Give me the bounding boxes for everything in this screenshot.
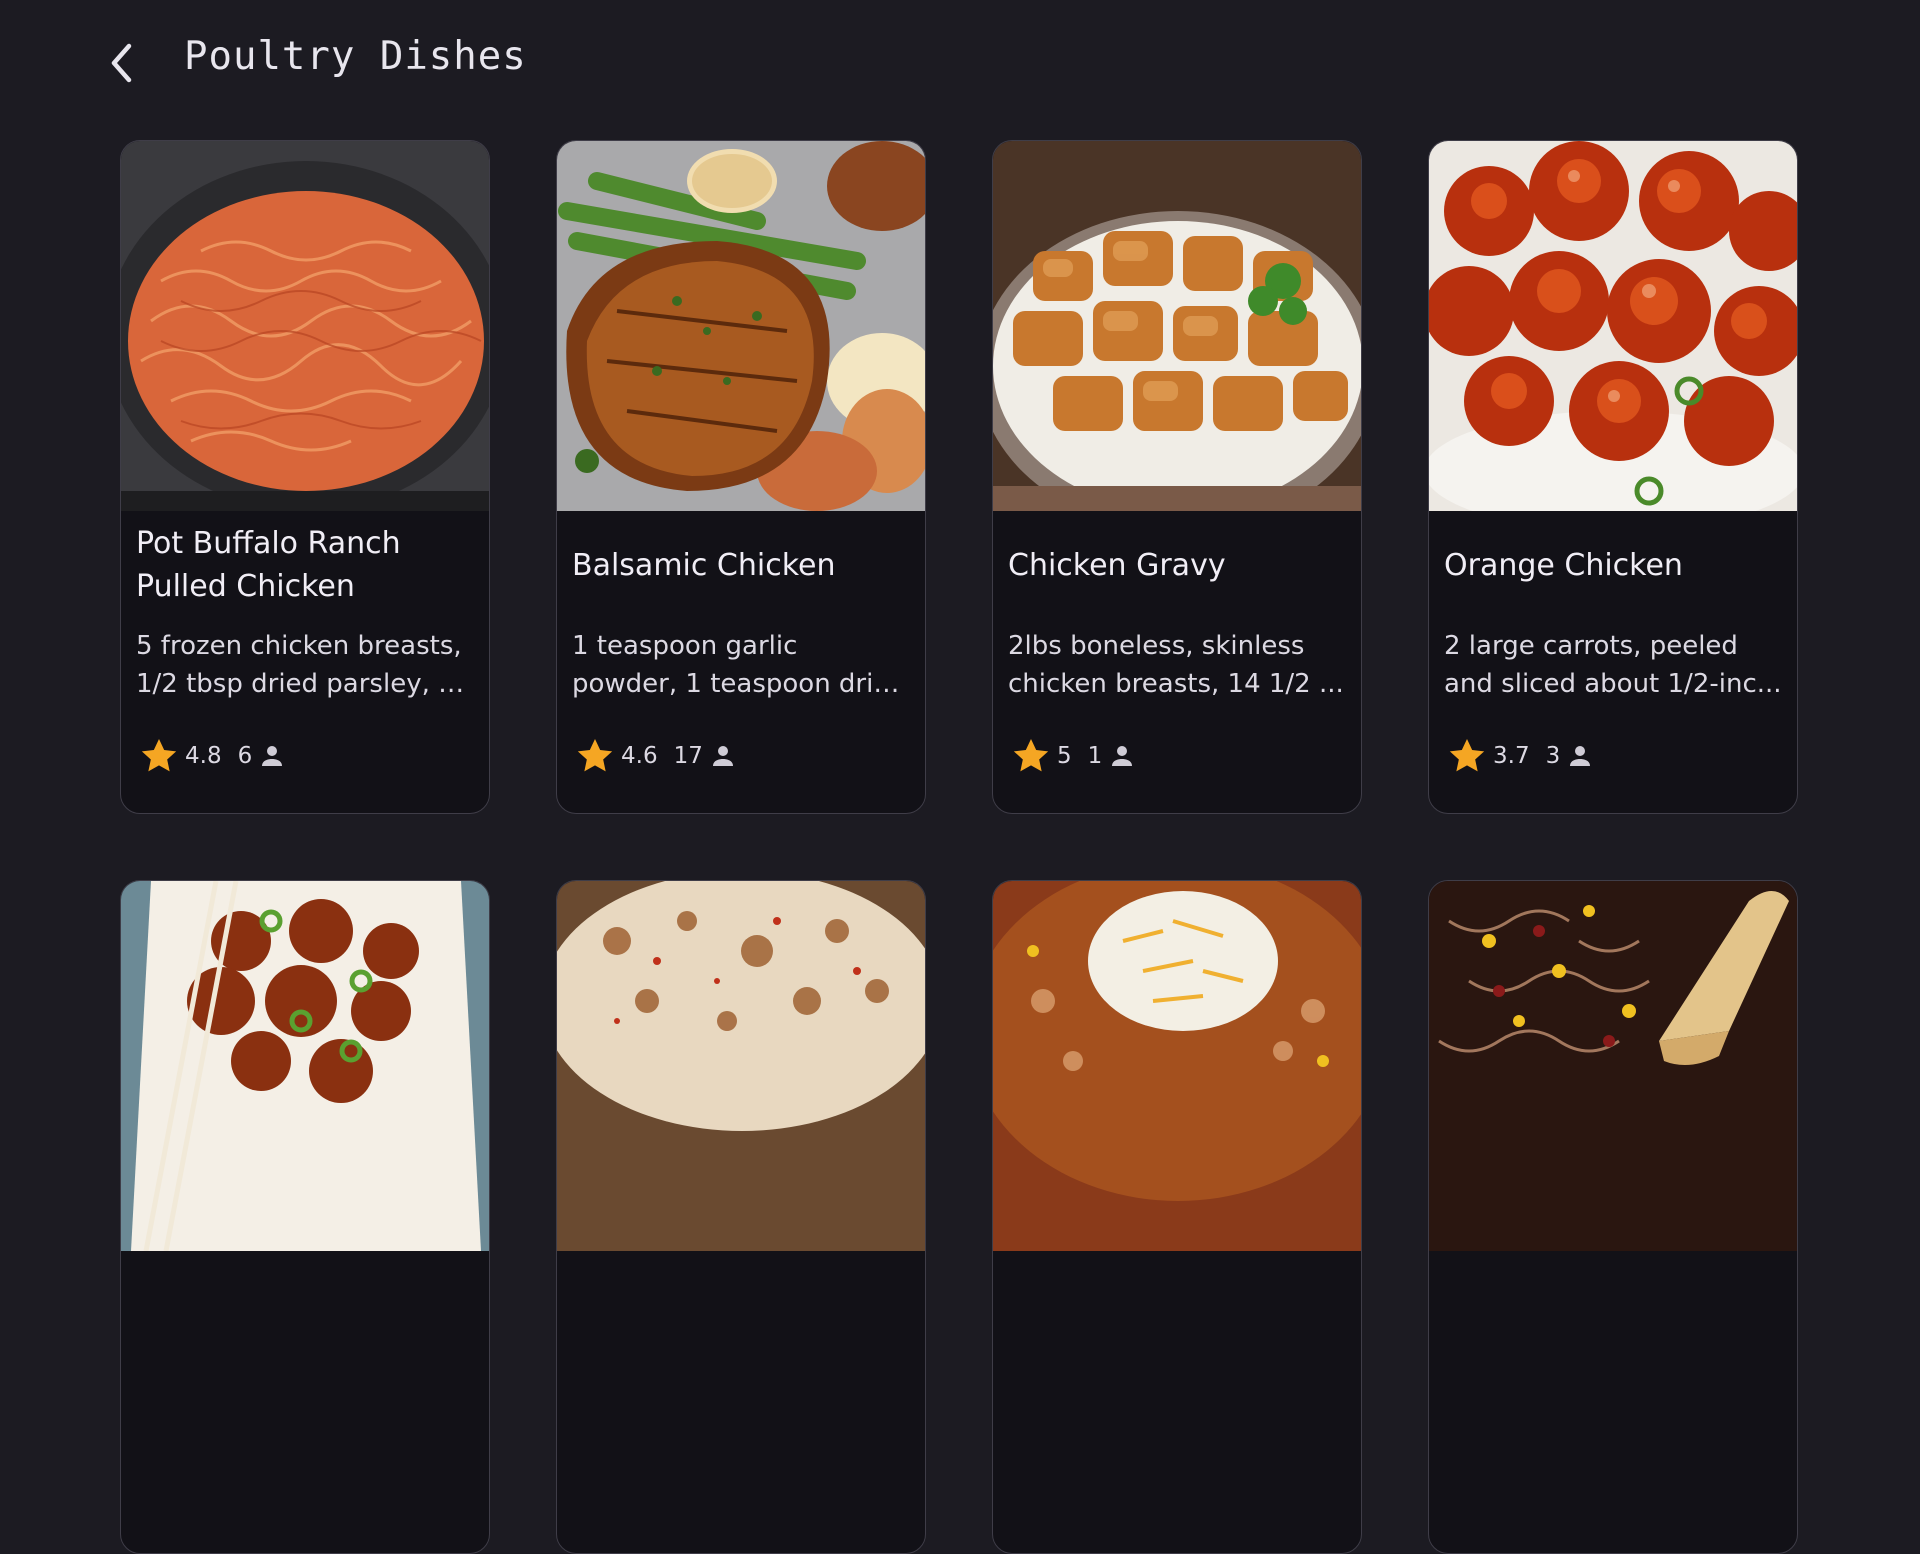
back-button[interactable] [100, 38, 144, 88]
recipe-card[interactable]: Balsamic Chicken 1 teaspoon garlic powde… [556, 140, 926, 814]
star-icon [1013, 739, 1049, 772]
recipe-image [557, 881, 925, 1251]
star-icon [577, 739, 613, 772]
person-icon [262, 746, 283, 766]
recipe-meta: 5 1 [1008, 733, 1346, 779]
recipe-title: Chicken Gravy [1008, 547, 1226, 583]
recipe-meta: 3.7 3 [1444, 733, 1782, 779]
recipe-image [1429, 141, 1797, 511]
recipe-card[interactable] [1428, 880, 1798, 1554]
recipe-meta: 4.8 6 [136, 733, 474, 779]
review-count: 17 [673, 743, 703, 769]
rating-value: 4.6 [621, 743, 658, 769]
recipe-title: Pot Buffalo Ranch Pulled Chicken [136, 526, 401, 604]
recipe-card[interactable] [120, 880, 490, 1554]
app-header: Poultry Dishes [0, 0, 1920, 125]
recipe-title: Orange Chicken [1444, 547, 1683, 583]
recipe-description: 1 teaspoon garlic powder, 1 teaspoon dri… [572, 631, 906, 699]
rating-value: 4.8 [185, 743, 222, 769]
recipe-card[interactable] [556, 880, 926, 1554]
recipe-image [557, 141, 925, 511]
rating-value: 3.7 [1493, 743, 1530, 769]
recipe-image [121, 141, 489, 511]
recipe-title: Balsamic Chicken [572, 547, 836, 583]
star-icon [1449, 739, 1485, 772]
recipe-meta: 4.6 17 [572, 733, 910, 779]
star-icon [141, 739, 177, 772]
chevron-left-icon [111, 43, 132, 83]
recipe-description: 5 frozen chicken breasts, 1/2 tbsp dried… [136, 631, 462, 699]
recipe-description: 2 large carrots, peeled and sliced about… [1444, 631, 1782, 699]
rating-value: 5 [1057, 743, 1072, 769]
recipe-description: 2lbs boneless, skinless chicken breasts,… [1008, 631, 1344, 699]
person-icon [712, 746, 733, 766]
recipe-card[interactable]: Orange Chicken 2 large carrots, peeled a… [1428, 140, 1798, 814]
recipe-card[interactable] [992, 880, 1362, 1554]
recipe-image [993, 141, 1361, 511]
recipe-image [993, 881, 1361, 1251]
review-count: 1 [1087, 743, 1103, 769]
recipe-grid: Pot Buffalo Ranch Pulled Chicken 5 froze… [120, 140, 1800, 1554]
review-count: 6 [237, 743, 253, 769]
person-icon [1112, 746, 1133, 766]
recipe-image [1429, 881, 1797, 1251]
recipe-card[interactable]: Chicken Gravy 2lbs boneless, skinless ch… [992, 140, 1362, 814]
person-icon [1570, 746, 1591, 766]
recipe-card[interactable]: Pot Buffalo Ranch Pulled Chicken 5 froze… [120, 140, 490, 814]
recipe-image [121, 881, 489, 1251]
page-title: Poultry Dishes [184, 34, 527, 79]
review-count: 3 [1545, 743, 1561, 769]
